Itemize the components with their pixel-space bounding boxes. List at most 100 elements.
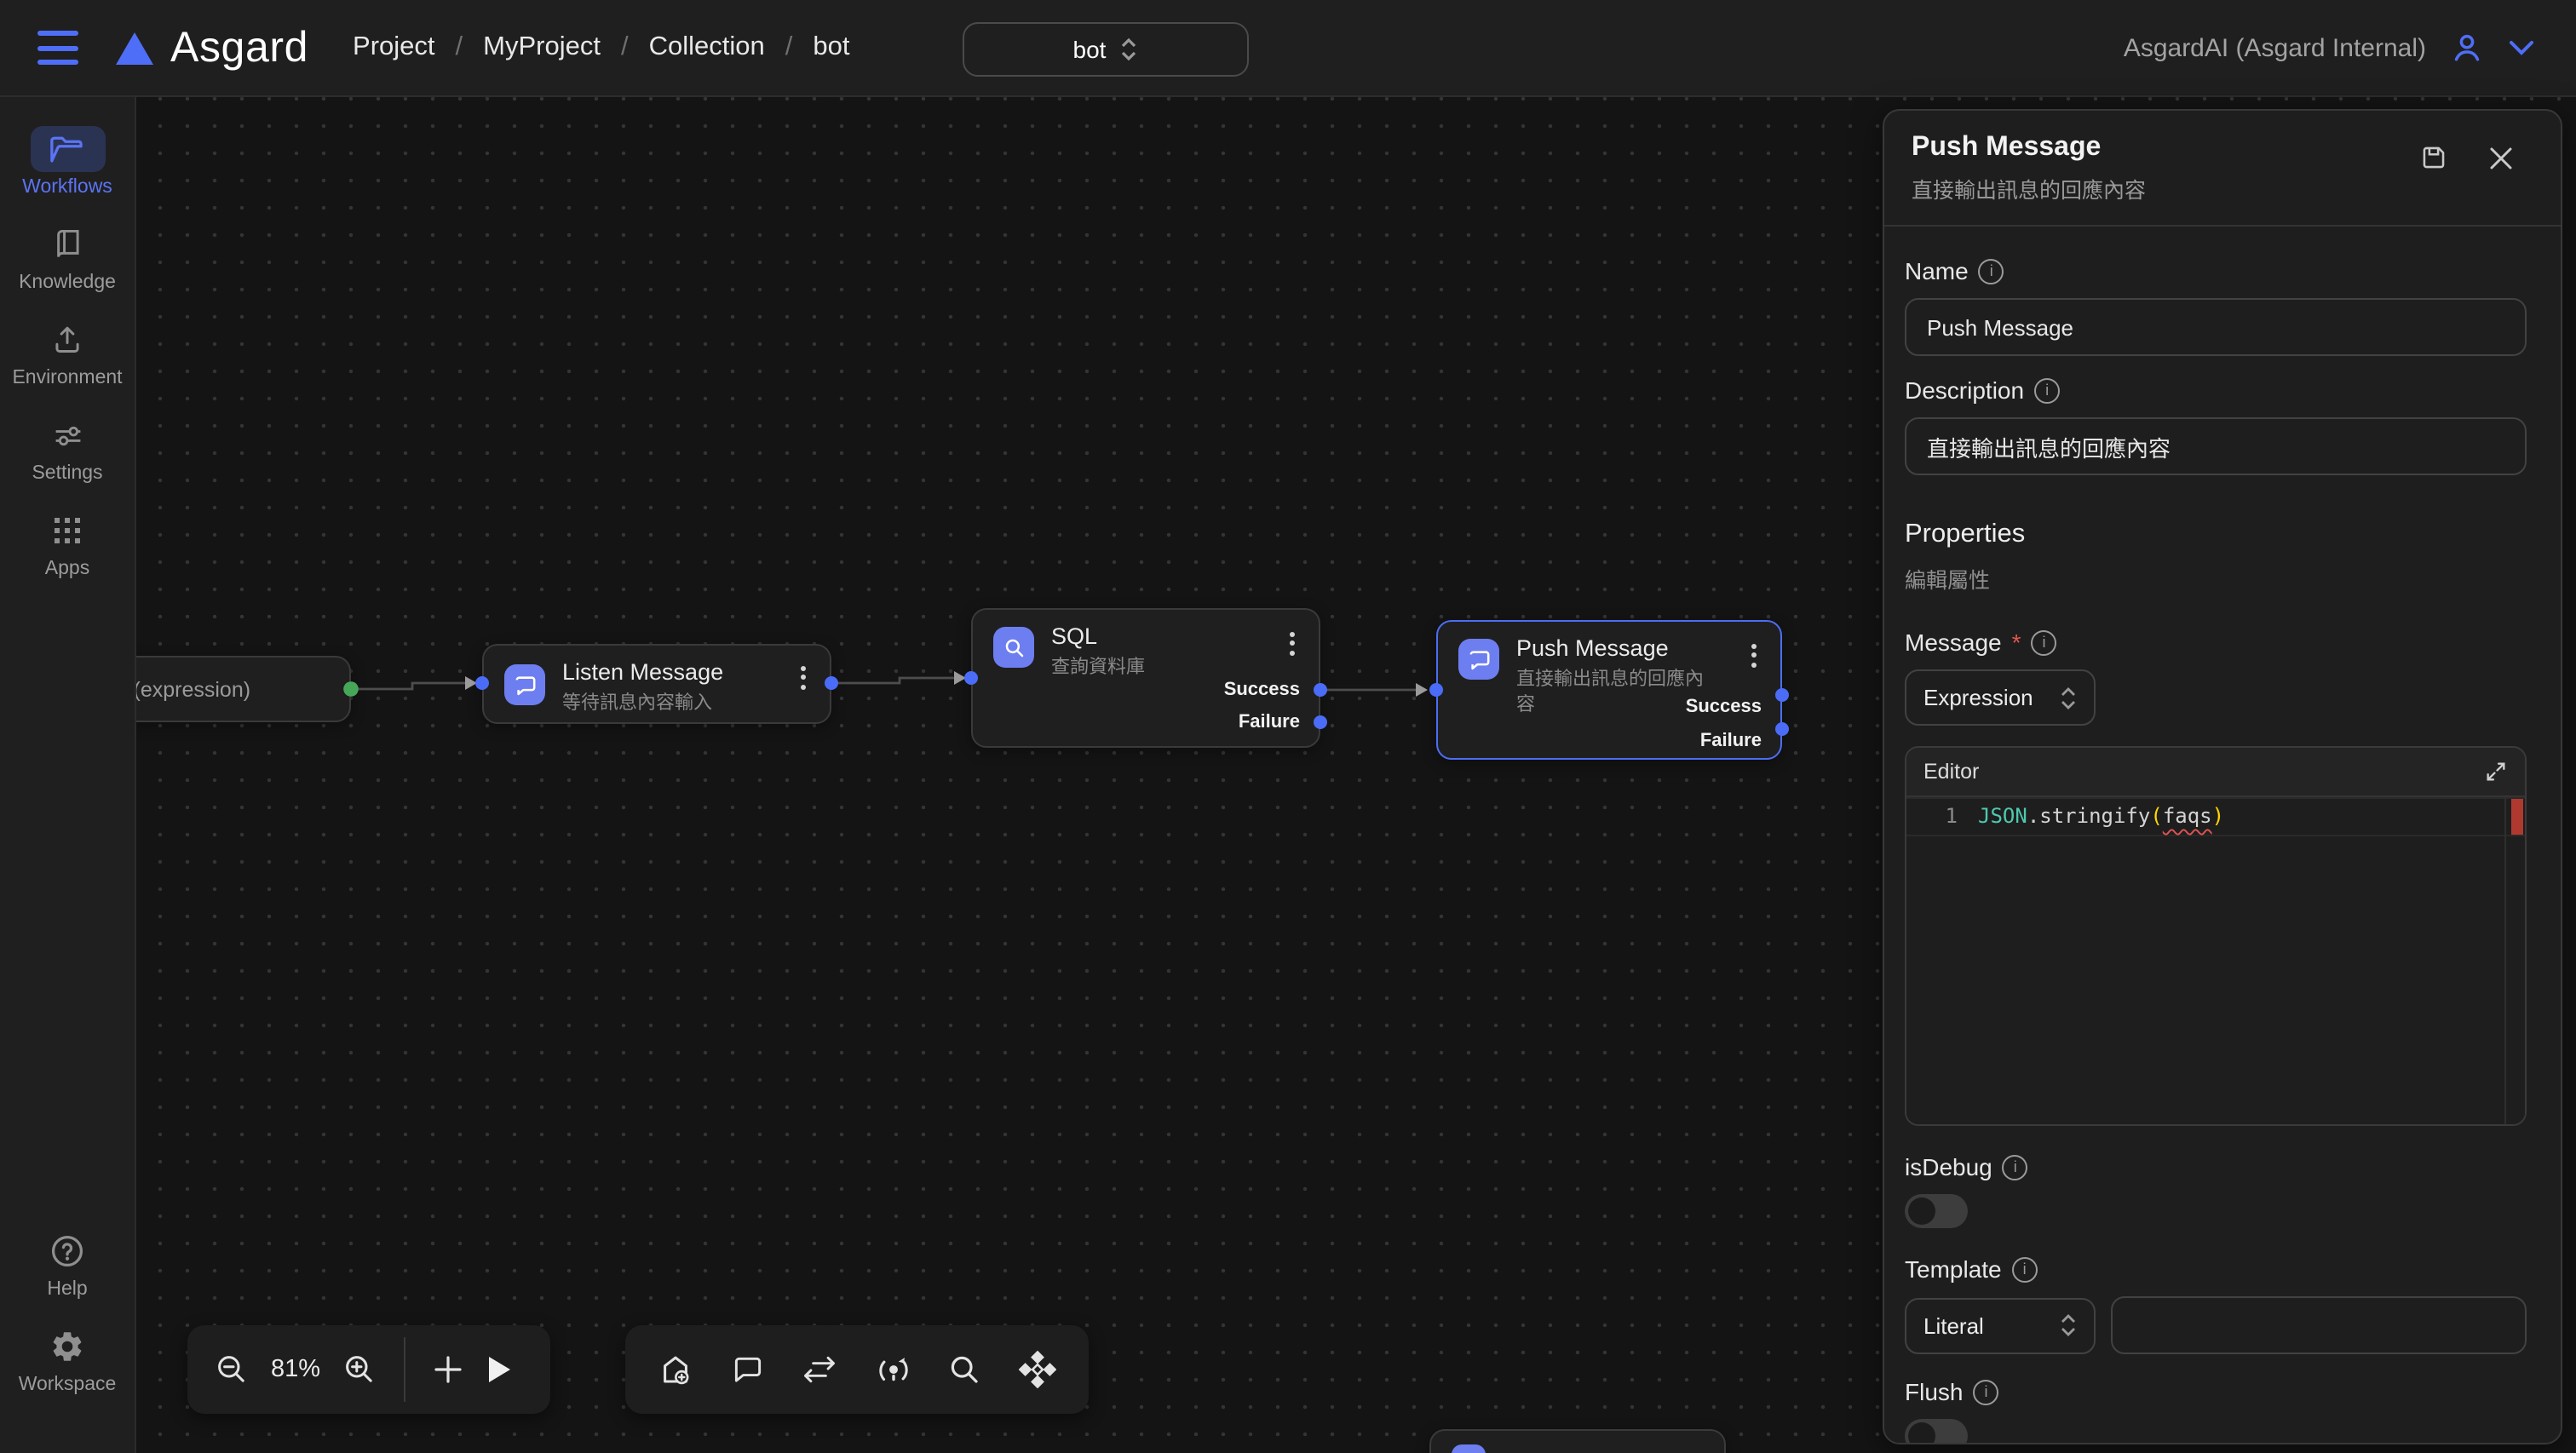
template-value-input[interactable] [2111,1296,2527,1354]
info-icon[interactable]: i [1973,1379,1998,1404]
node-subtitle: 等待訊息內容輸入 [562,692,712,717]
updown-chevron-icon [2060,1313,2077,1337]
code-area[interactable]: 1 JSON.stringify(faqs) [1906,797,2525,1124]
required-marker: * [2012,629,2021,656]
name-label: Name [1905,257,1969,284]
actions-toolbar [625,1325,1089,1414]
swap-arrows-icon[interactable] [801,1354,838,1385]
auto-layout-icon[interactable] [876,1352,911,1387]
move-canvas-icon[interactable] [1019,1351,1056,1388]
breadcrumb-separator: / [785,32,793,63]
sidebar-item-help[interactable]: Help [6,1228,129,1300]
kebab-menu-icon[interactable] [792,661,813,693]
breadcrumb-bot[interactable]: bot [813,32,849,63]
description-label: Description [1905,376,2024,404]
output-success-label: Success [1224,680,1300,700]
sidebar-item-label: Settings [32,463,102,484]
search-icon[interactable] [948,1352,982,1387]
node-push-message[interactable]: Push Message 直接輸出訊息的回應內容 Success Failure [1436,620,1782,760]
expand-icon[interactable] [2484,760,2508,784]
template-type-value: Literal [1923,1312,1984,1338]
kebab-menu-icon[interactable] [1281,627,1302,659]
panel-subtitle: 直接輸出訊息的回應內容 [1912,172,2533,204]
breadcrumb: Project / MyProject / Collection / bot [353,32,849,63]
breadcrumb-separator: / [621,32,629,63]
node-expression-partial[interactable]: |(expression) [136,656,351,722]
flush-label: Flush [1905,1378,1963,1405]
sidebar-item-knowledge[interactable]: Knowledge [6,221,129,293]
output-failure-label: Failure [1239,712,1300,732]
sidebar-item-workflows[interactable]: Workflows [6,126,129,198]
node-config-panel: Push Message 直接輸出訊息的回應內容 Name i Descript… [1883,109,2562,1444]
upload-icon [30,317,105,363]
node-title: Listen Message [562,659,723,685]
updown-chevron-icon [1119,36,1138,63]
node-listen-message[interactable]: Listen Message 等待訊息內容輸入 [482,644,831,724]
user-icon[interactable] [2448,29,2486,66]
output-failure-label: Failure [1700,731,1762,751]
info-icon[interactable]: i [2032,629,2057,655]
menu-icon[interactable] [37,31,78,65]
add-tag-icon[interactable] [658,1352,693,1387]
breadcrumb-collection[interactable]: Collection [649,32,765,63]
name-input[interactable] [1905,298,2527,356]
isdebug-toggle[interactable] [1905,1194,1968,1228]
run-workflow-icon[interactable] [486,1354,513,1385]
info-icon[interactable]: i [2003,1154,2028,1180]
sliders-icon [30,412,105,458]
editor-header: Editor [1906,748,2525,797]
kebab-menu-icon[interactable] [1743,639,1763,671]
zoom-out-icon[interactable] [215,1352,249,1387]
node-sql[interactable]: SQL 查詢資料庫 Success Failure [971,608,1320,748]
gear-icon [30,1324,105,1370]
close-icon[interactable] [2489,146,2513,169]
properties-title: Properties [1905,520,2527,550]
sidebar-item-apps[interactable]: Apps [6,508,129,579]
message-label: Message [1905,629,2002,656]
message-type-select[interactable]: Expression [1905,669,2096,726]
properties-subtitle: 編輯屬性 [1905,562,2527,594]
expression-editor: Editor 1 JSON.stringify(faqs) [1905,746,2527,1126]
workflow-selector[interactable]: bot [963,22,1249,77]
top-navbar: Asgard Project / MyProject / Collection … [0,0,2576,97]
book-icon [30,221,105,267]
chevron-down-icon[interactable] [2508,39,2535,56]
app-root: Asgard Project / MyProject / Collection … [0,0,2576,1453]
info-icon[interactable]: i [1979,258,2004,284]
panel-body: Name i Description i Properties 編輯屬性 Mes… [1884,227,2561,1444]
message-bubble-icon [504,664,545,705]
node-partial-bottom[interactable] [1429,1429,1726,1453]
apps-grid-icon [30,508,105,554]
node-icon [1452,1444,1486,1453]
editor-title: Editor [1923,760,1979,784]
breadcrumb-myproject[interactable]: MyProject [483,32,601,63]
sidebar-item-environment[interactable]: Environment [6,317,129,388]
magnifier-icon [993,627,1034,668]
info-icon[interactable]: i [2012,1256,2038,1282]
zoom-toolbar: 81% [187,1325,550,1414]
brand[interactable]: Asgard [116,23,308,72]
description-input[interactable] [1905,417,2527,475]
account-area: AsgardAI (Asgard Internal) [2124,29,2576,66]
code-line-content: JSON.stringify(faqs) [1978,799,2224,835]
sidebar-item-label: Help [47,1279,87,1300]
sidebar-item-settings[interactable]: Settings [6,412,129,484]
help-circle-icon [30,1228,105,1274]
node-title: SQL [1051,623,1097,649]
brand-name: Asgard [170,23,308,72]
breadcrumb-project[interactable]: Project [353,32,435,63]
folder-icon [30,126,105,172]
info-icon[interactable]: i [2034,377,2060,403]
message-type-value: Expression [1923,685,2033,710]
template-type-select[interactable]: Literal [1905,1297,2096,1353]
line-number: 1 [1906,799,1978,835]
add-node-icon[interactable] [433,1354,463,1385]
flush-toggle[interactable] [1905,1419,1968,1444]
comment-icon[interactable] [730,1352,764,1387]
message-bubble-icon [1458,639,1499,680]
save-icon[interactable] [2419,143,2448,172]
zoom-in-icon[interactable] [342,1352,377,1387]
sidebar-item-workspace[interactable]: Workspace [6,1324,129,1395]
sidebar-item-label: Environment [12,368,122,388]
account-label: AsgardAI (Asgard Internal) [2124,33,2426,62]
